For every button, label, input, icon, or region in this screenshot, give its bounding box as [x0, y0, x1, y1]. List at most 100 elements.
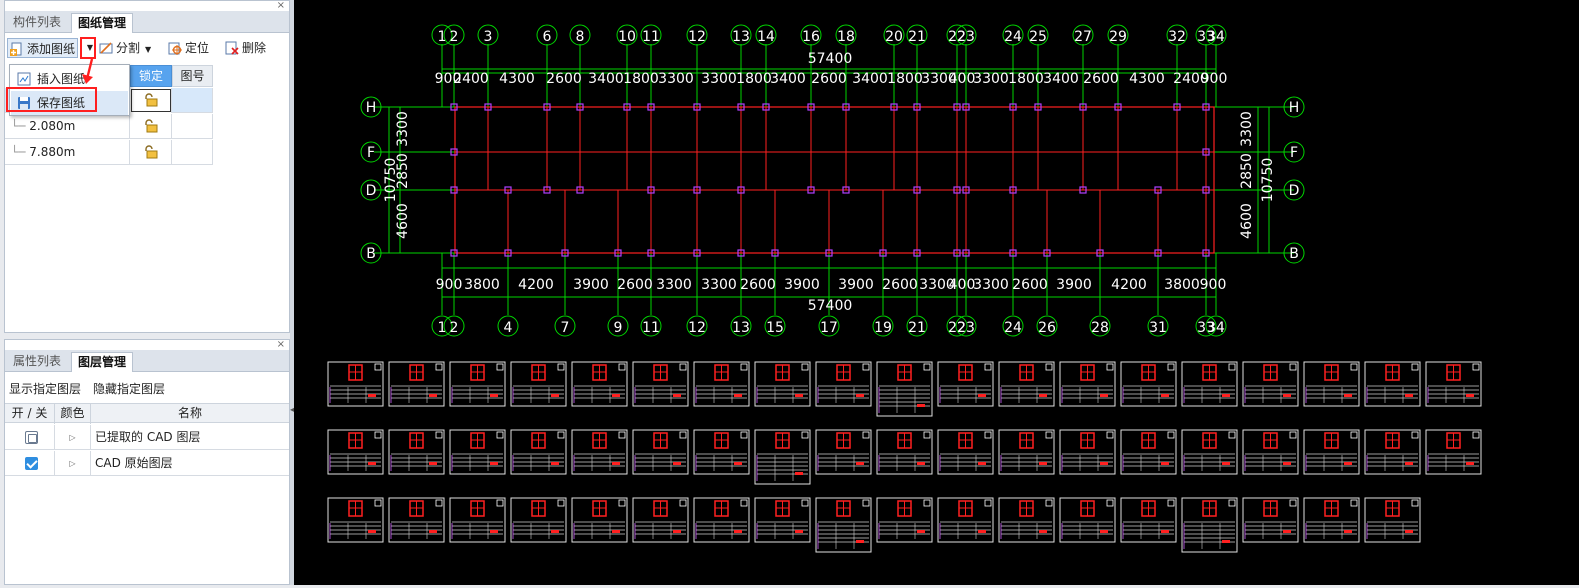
drawing-thumbnail[interactable]: [1059, 429, 1116, 475]
drawing-thumbnail[interactable]: [1242, 361, 1299, 407]
layer-toggle-cell[interactable]: [5, 425, 55, 450]
tab-component-list[interactable]: 构件列表: [7, 13, 67, 33]
drawing-thumbnail[interactable]: [937, 361, 994, 407]
drawing-thumbnail[interactable]: [449, 497, 506, 543]
axis-label: 34: [1207, 320, 1225, 336]
drawing-thumbnail[interactable]: [998, 429, 1055, 475]
drawing-thumbnail[interactable]: [388, 429, 445, 475]
axis-label: 14: [757, 29, 775, 45]
tab-drawing-management[interactable]: 图纸管理: [71, 13, 134, 33]
pin-icon[interactable]: ×: [277, 1, 285, 11]
tab-layer-management[interactable]: 图层管理: [71, 352, 134, 372]
hide-layer-button[interactable]: 隐藏指定图层: [93, 379, 165, 399]
axis-label: 27: [1074, 29, 1092, 45]
drawing-thumbnail[interactable]: [327, 361, 384, 407]
drawing-thumbnail[interactable]: [571, 361, 628, 407]
drawing-thumbnail[interactable]: [693, 429, 750, 475]
drawing-thumbnail[interactable]: [1364, 497, 1421, 543]
axis-label: 2: [450, 320, 459, 336]
drawing-thumbnail[interactable]: [876, 497, 933, 543]
drawing-thumbnail[interactable]: [571, 497, 628, 543]
layer-row[interactable]: ▷ CAD 原始图层: [5, 451, 289, 476]
drawing-thumbnail[interactable]: [754, 361, 811, 407]
drawing-thumbnail[interactable]: [1181, 497, 1238, 553]
drawing-thumbnail[interactable]: [510, 497, 567, 543]
column-header-color[interactable]: 颜色: [55, 404, 91, 424]
delete-button[interactable]: 删除: [225, 38, 266, 58]
layer-toggle-cell[interactable]: [5, 451, 55, 476]
lock-cell[interactable]: [130, 140, 172, 165]
drawing-thumbnail[interactable]: [1364, 429, 1421, 475]
table-row[interactable]: └─ 7.880m: [5, 140, 213, 165]
drawing-thumbnail[interactable]: [1303, 497, 1360, 543]
drawing-thumbnail[interactable]: [998, 361, 1055, 407]
expand-icon[interactable]: ▷: [55, 451, 91, 476]
drawing-thumbnail[interactable]: [1059, 361, 1116, 407]
drawing-thumbnail[interactable]: [632, 429, 689, 475]
thumbnail-mark: [1222, 540, 1230, 543]
drawing-thumbnail[interactable]: [876, 361, 933, 417]
drawing-thumbnail[interactable]: [510, 429, 567, 475]
cad-drawing-canvas[interactable]: 1 2 3 6 8 10 11 12 13 14 16 18 20 21 22 23 24 25 27 29 32 33 3…: [294, 0, 1579, 585]
drawing-thumbnail[interactable]: [327, 429, 384, 475]
drawing-thumbnail[interactable]: [754, 429, 811, 485]
drawing-thumbnail[interactable]: [1059, 497, 1116, 543]
lock-cell[interactable]: [130, 114, 172, 139]
drawing-thumbnail[interactable]: [1242, 429, 1299, 475]
locate-button[interactable]: 定位: [168, 38, 209, 58]
drawing-thumbnail[interactable]: [632, 497, 689, 543]
drawing-thumbnail[interactable]: [1120, 497, 1177, 543]
drawing-thumbnail[interactable]: [1120, 429, 1177, 475]
drawing-thumbnail[interactable]: [327, 497, 384, 543]
expand-icon[interactable]: ▷: [55, 425, 91, 450]
drawing-thumbnail[interactable]: [815, 429, 872, 475]
drawing-thumbnail[interactable]: [998, 497, 1055, 543]
column-header-onoff[interactable]: 开 / 关: [5, 404, 55, 424]
drawing-thumbnail[interactable]: [876, 429, 933, 475]
drawing-thumbnail[interactable]: [449, 361, 506, 407]
axis-label: F: [1290, 145, 1298, 161]
drawing-thumbnail[interactable]: [815, 361, 872, 407]
drawing-thumbnail[interactable]: [1364, 361, 1421, 407]
show-layer-button[interactable]: 显示指定图层: [9, 379, 81, 399]
drawing-thumbnail[interactable]: [815, 497, 872, 553]
drawing-thumbnail[interactable]: [388, 361, 445, 407]
drawing-thumbnail[interactable]: [1242, 497, 1299, 543]
drawing-thumbnail[interactable]: [510, 361, 567, 407]
column-header-number[interactable]: 图号: [172, 65, 213, 87]
drawing-thumbnail[interactable]: [1120, 361, 1177, 407]
table-row[interactable]: └─ 2.080m: [5, 114, 213, 139]
drawing-thumbnail[interactable]: [1303, 361, 1360, 407]
add-drawing-button[interactable]: 添加图纸: [7, 38, 79, 58]
top-tabstrip: 构件列表 图纸管理: [5, 11, 289, 33]
layer-table-header: 开 / 关 颜色 名称: [5, 403, 289, 424]
layer-row[interactable]: ▷ 已提取的 CAD 图层: [5, 425, 289, 450]
layer-checkbox[interactable]: [25, 457, 38, 470]
drawing-thumbnail[interactable]: [449, 429, 506, 475]
lock-cell[interactable]: [130, 88, 172, 113]
drawing-thumbnail[interactable]: [937, 429, 994, 475]
drawing-thumbnail[interactable]: [571, 429, 628, 475]
tab-property-list[interactable]: 属性列表: [7, 352, 67, 372]
column-header-name[interactable]: 名称: [91, 404, 289, 424]
drawing-thumbnail[interactable]: [1181, 361, 1238, 407]
drawing-thumbnail[interactable]: [1425, 361, 1482, 407]
drawing-thumbnail[interactable]: [1181, 429, 1238, 475]
drawing-thumbnail[interactable]: [388, 497, 445, 543]
pin-icon[interactable]: ×: [277, 340, 285, 350]
drawing-thumbnail[interactable]: [754, 497, 811, 543]
axis-label: 23: [957, 320, 975, 336]
split-button[interactable]: 分割 ▼: [99, 38, 151, 58]
column-header-lock[interactable]: 锁定: [130, 65, 172, 87]
drawing-thumbnail[interactable]: [1303, 429, 1360, 475]
axis-label: 23: [957, 29, 975, 45]
axis-label: H: [1289, 100, 1300, 116]
drawing-thumbnail[interactable]: [693, 497, 750, 543]
layer-checkbox[interactable]: [25, 431, 38, 444]
drawing-thumbnail[interactable]: [632, 361, 689, 407]
drawing-thumbnail[interactable]: [1425, 429, 1482, 475]
drawing-thumbnail[interactable]: [937, 497, 994, 543]
drawing-thumbnail[interactable]: [693, 361, 750, 407]
side-dimension-text: 3300: [395, 111, 411, 147]
cad-drawing[interactable]: 1 2 3 6 8 10 11 12 13 14 16 18 20 21 2223 24 25 27 29 32 333…: [294, 0, 1579, 585]
